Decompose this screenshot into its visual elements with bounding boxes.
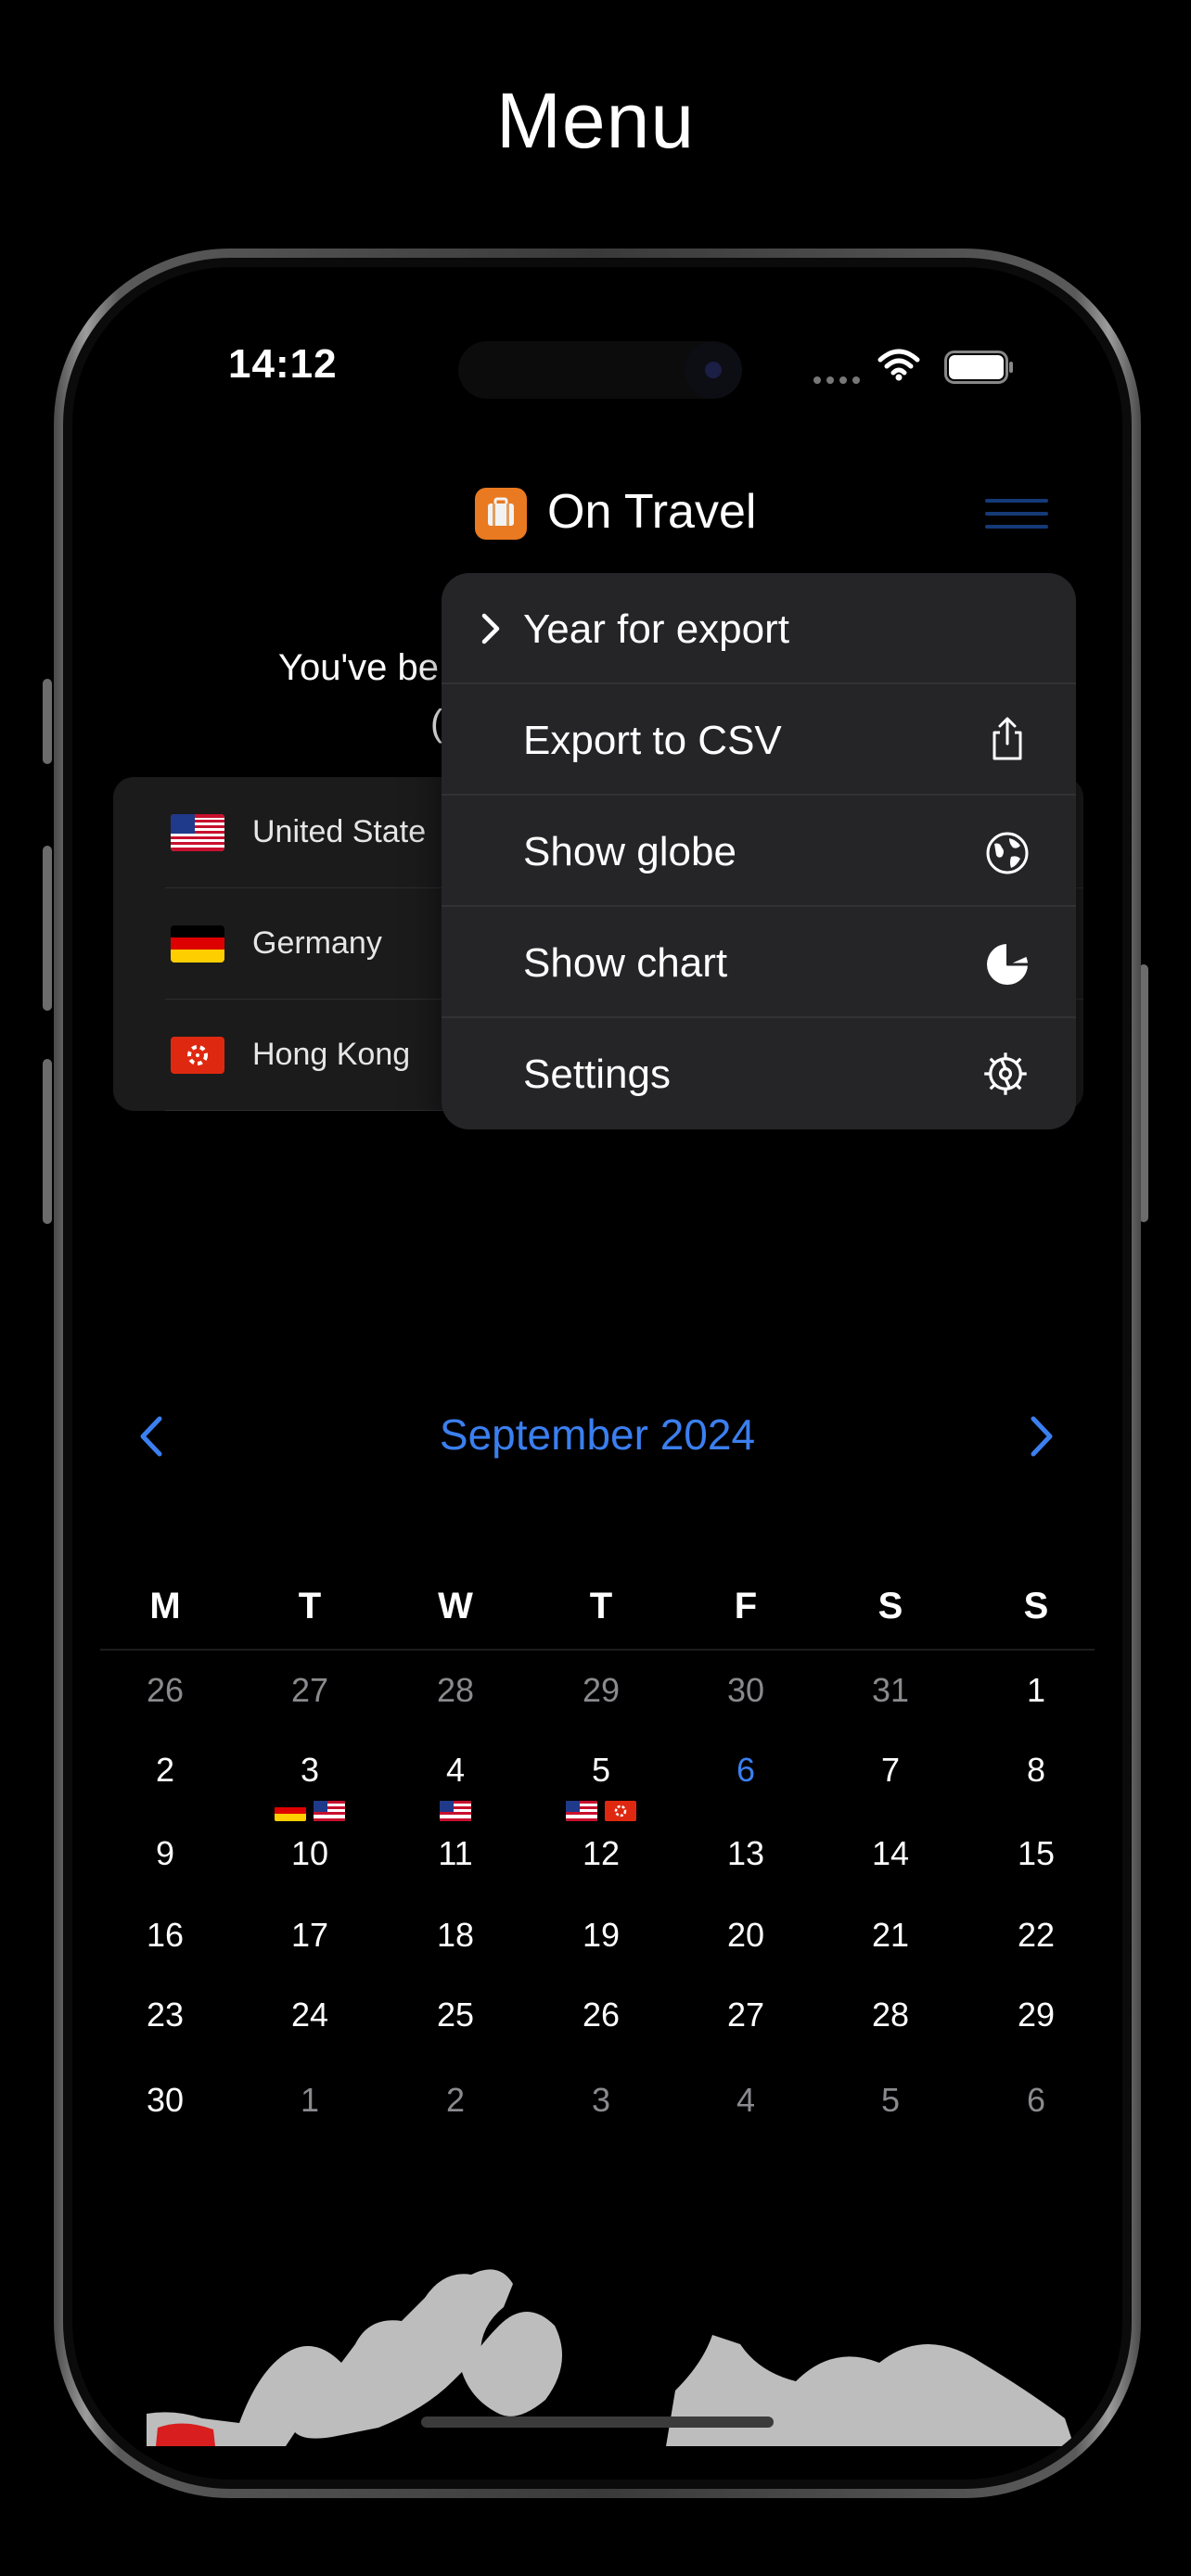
calendar-day[interactable]: 9 <box>119 1834 211 1873</box>
calendar-day[interactable]: 4 <box>409 1751 502 1790</box>
battery-icon <box>944 351 1015 389</box>
menu-item-label: Settings <box>523 1052 671 1097</box>
weekday-label: M <box>149 1586 181 1626</box>
home-indicator[interactable] <box>421 2417 774 2428</box>
app-title: On Travel <box>547 485 757 539</box>
weekday-label: T <box>298 1586 322 1626</box>
us-flag-icon <box>171 814 224 851</box>
menu-item-year-for-export[interactable]: Year for export <box>442 573 1076 684</box>
menu-item-label: Show globe <box>523 829 736 874</box>
calendar-day[interactable]: 26 <box>555 1996 647 2034</box>
calendar-day[interactable]: 1 <box>263 2081 356 2120</box>
weekday-label: T <box>589 1586 613 1626</box>
camera-icon <box>685 341 742 399</box>
calendar-day[interactable]: 19 <box>555 1916 647 1955</box>
menu-item-export-csv[interactable]: Export to CSV <box>442 684 1076 796</box>
menu-item-show-globe[interactable]: Show globe <box>442 796 1076 907</box>
calendar-day[interactable]: 2 <box>409 2081 502 2120</box>
calendar-day[interactable]: 29 <box>555 1671 647 1710</box>
page-title: Menu <box>495 77 696 164</box>
calendar-day[interactable]: 29 <box>990 1996 1082 2034</box>
calendar-day[interactable]: 8 <box>990 1751 1082 1790</box>
calendar-day[interactable]: 12 <box>555 1834 647 1873</box>
hk-flag-icon <box>605 1801 636 1821</box>
de-flag-icon <box>275 1801 306 1821</box>
volume-up-button <box>43 846 52 1011</box>
calendar-day[interactable]: 6 <box>699 1751 792 1790</box>
calendar-day[interactable]: 3 <box>263 1751 356 1790</box>
calendar-day[interactable]: 5 <box>844 2081 937 2120</box>
month-title: September 2024 <box>439 1410 756 1459</box>
chevron-right-icon <box>481 613 500 644</box>
calendar-divider <box>100 1649 1095 1651</box>
hk-flag-icon <box>171 1037 224 1074</box>
weekday-label: W <box>438 1586 473 1626</box>
calendar-day[interactable]: 5 <box>555 1751 647 1790</box>
menu-item-show-chart[interactable]: Show chart <box>442 907 1076 1018</box>
volume-down-button <box>43 1059 52 1224</box>
calendar-day[interactable]: 3 <box>555 2081 647 2120</box>
phone-screen: 14:12 On Travel You've be (United State… <box>72 267 1122 2480</box>
calendar-day[interactable]: 2 <box>119 1751 211 1790</box>
dropdown-menu: Year for export Export to CSV Show globe… <box>442 573 1076 1129</box>
calendar-day[interactable]: 26 <box>119 1671 211 1710</box>
calendar-day[interactable]: 15 <box>990 1834 1082 1873</box>
calendar-day[interactable]: 4 <box>699 2081 792 2120</box>
weekday-label: F <box>734 1586 758 1626</box>
country-name: Germany <box>252 925 382 961</box>
weekday-label: S <box>1023 1586 1049 1626</box>
calendar-day[interactable]: 1 <box>990 1671 1082 1710</box>
summary-text: You've be <box>278 647 439 688</box>
de-flag-icon <box>171 925 224 963</box>
calendar-day[interactable]: 10 <box>263 1834 356 1873</box>
calendar-day[interactable]: 14 <box>844 1834 937 1873</box>
calendar-day[interactable]: 18 <box>409 1916 502 1955</box>
us-flag-icon <box>314 1801 345 1821</box>
calendar-day[interactable]: 23 <box>119 1996 211 2034</box>
us-flag-icon <box>440 1801 471 1821</box>
calendar-day[interactable]: 27 <box>263 1671 356 1710</box>
calendar-day[interactable]: 7 <box>844 1751 937 1790</box>
calendar-day[interactable]: 24 <box>263 1996 356 2034</box>
calendar-day[interactable]: 20 <box>699 1916 792 1955</box>
status-time: 14:12 <box>228 341 338 387</box>
menu-item-label: Show chart <box>523 940 728 986</box>
us-flag-icon <box>566 1801 597 1821</box>
calendar-day[interactable]: 30 <box>699 1671 792 1710</box>
calendar-day[interactable]: 28 <box>409 1671 502 1710</box>
country-name: Hong Kong <box>252 1037 411 1072</box>
cellular-signal-icon <box>813 373 864 389</box>
pie-chart-icon <box>987 942 1028 985</box>
calendar-day[interactable]: 13 <box>699 1834 792 1873</box>
calendar-day[interactable]: 16 <box>119 1916 211 1955</box>
menu-item-label: Export to CSV <box>523 718 782 763</box>
action-button <box>43 679 52 764</box>
calendar-day[interactable]: 25 <box>409 1996 502 2034</box>
country-name: United State <box>252 814 427 849</box>
gear-icon <box>984 1052 1027 1095</box>
calendar-day[interactable]: 27 <box>699 1996 792 2034</box>
wifi-icon <box>877 349 920 387</box>
calendar-day[interactable]: 6 <box>990 2081 1082 2120</box>
share-icon <box>992 717 1022 760</box>
menu-icon[interactable] <box>985 499 1048 536</box>
calendar-day[interactable]: 21 <box>844 1916 937 1955</box>
calendar-day[interactable]: 28 <box>844 1996 937 2034</box>
app-logo-icon <box>475 488 527 540</box>
menu-item-label: Year for export <box>523 606 789 652</box>
weekday-label: S <box>877 1586 903 1626</box>
calendar-day[interactable]: 11 <box>409 1834 502 1873</box>
globe-icon <box>986 832 1029 874</box>
calendar-day[interactable]: 30 <box>119 2081 211 2120</box>
menu-item-settings[interactable]: Settings <box>442 1018 1076 1129</box>
calendar-day[interactable]: 31 <box>844 1671 937 1710</box>
calendar-day[interactable]: 22 <box>990 1916 1082 1955</box>
world-map <box>147 2269 1074 2446</box>
calendar-day[interactable]: 17 <box>263 1916 356 1955</box>
next-month-icon[interactable] <box>1028 1413 1056 1460</box>
